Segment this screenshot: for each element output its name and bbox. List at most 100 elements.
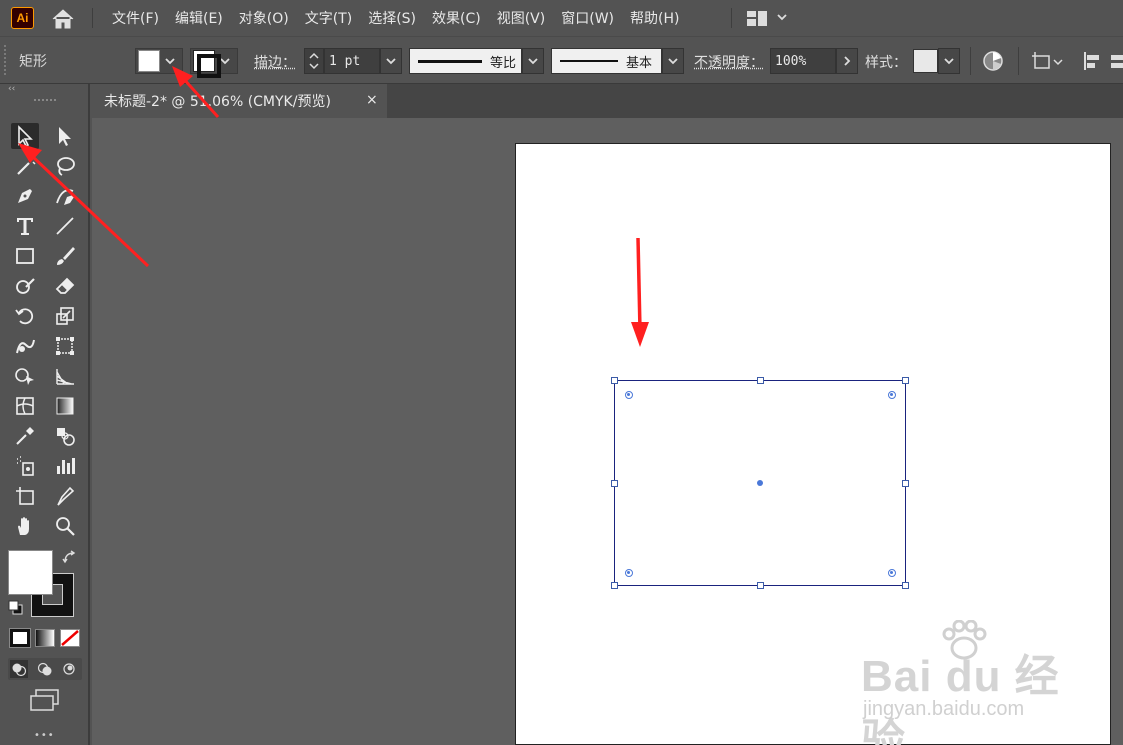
perspective-grid-tool[interactable] [51,363,79,389]
screen-mode-icon[interactable] [29,688,61,712]
corner-radius-widget[interactable] [625,391,633,399]
warp-tool[interactable] [11,333,39,359]
free-transform-tool[interactable] [51,333,79,359]
color-mode-button[interactable] [9,628,31,648]
chevron-down-icon[interactable] [776,11,788,23]
resize-handle-right[interactable] [902,480,909,487]
eyedropper-tool[interactable] [11,423,39,449]
lasso-icon [57,157,75,176]
opacity-label[interactable]: 不透明度： [694,52,764,72]
panel-grip[interactable] [4,45,8,75]
menu-window[interactable]: 窗口(W) [553,8,622,28]
selected-rectangle[interactable] [611,377,909,589]
canvas-area[interactable]: Bai du 经验 jingyan.baidu.com [92,118,1123,745]
menu-file[interactable]: 文件(F) [104,8,167,28]
column-graph-tool[interactable] [51,453,79,479]
rectangle-tool[interactable] [11,243,39,269]
draw-behind-icon[interactable] [36,660,54,678]
magic-wand-tool[interactable] [11,153,39,179]
brush-dropdown[interactable] [662,48,684,74]
selection-tool[interactable] [11,123,39,149]
blend-tool[interactable] [51,423,79,449]
profile-dropdown[interactable] [522,48,544,74]
pen-tool[interactable] [11,183,39,209]
stroke-label[interactable]: 描边： [254,52,296,72]
menu-type[interactable]: 文字(T) [297,8,360,28]
workspace-layout-icon[interactable] [746,10,768,27]
scale-tool[interactable] [51,303,79,329]
draw-normal-icon[interactable] [10,660,28,678]
menu-object[interactable]: 对象(O) [231,8,297,28]
corner-radius-widget[interactable] [625,569,633,577]
stroke-swatch[interactable] [193,50,221,78]
shape-builder-tool[interactable] [11,363,39,389]
fill-dropdown[interactable] [160,49,180,73]
menu-edit[interactable]: 编辑(E) [167,8,231,28]
menu-bar: Ai 文件(F) 编辑(E) 对象(O) 文字(T) 选择(S) 效果(C) 视… [0,0,1123,36]
stroke-weight-input[interactable]: 1 pt [324,48,380,74]
artboard-tool[interactable] [11,483,39,509]
gradient-tool[interactable] [51,393,79,419]
graphic-style-swatch[interactable] [913,49,938,73]
slice-tool[interactable] [51,483,79,509]
eraser-tool[interactable] [51,273,79,299]
artboard[interactable]: Bai du 经验 jingyan.baidu.com [515,143,1111,745]
resize-handle-top[interactable] [757,377,764,384]
stroke-color-control[interactable] [190,48,238,78]
mesh-tool[interactable] [11,393,39,419]
draw-inside-icon[interactable] [60,660,78,678]
watermark-brand: Bai du 经验 [861,652,1060,745]
shape-builder-icon [15,368,34,385]
transform-icon[interactable] [1030,50,1064,72]
fill-swatch[interactable] [138,50,160,72]
menu-effect[interactable]: 效果(C) [424,8,489,28]
shaper-tool[interactable] [11,273,39,299]
resize-handle-bottom-left[interactable] [611,582,618,589]
resize-handle-left[interactable] [611,480,618,487]
gradient-mode-button[interactable] [35,629,55,647]
stroke-weight-stepper[interactable] [304,48,324,74]
variable-width-profile[interactable]: 等比 [409,48,522,74]
line-segment-tool[interactable] [51,213,79,239]
more-tools-icon[interactable]: ••• [34,730,55,741]
menu-separator [92,8,93,28]
app-logo: Ai [11,7,34,29]
swap-colors-icon[interactable] [62,550,78,566]
close-tab-icon[interactable]: × [366,92,378,108]
eraser-icon [55,277,75,294]
menu-select[interactable]: 选择(S) [360,8,424,28]
home-icon[interactable] [50,8,76,30]
symbol-sprayer-tool[interactable] [11,453,39,479]
recolor-artwork-icon[interactable] [982,50,1004,72]
resize-handle-top-right[interactable] [902,377,909,384]
default-colors-icon[interactable] [8,600,24,616]
panel-grip[interactable] [34,99,56,104]
menu-view[interactable]: 视图(V) [489,8,554,28]
zoom-tool[interactable] [51,513,79,539]
curvature-tool[interactable] [51,183,79,209]
none-mode-icon[interactable] [60,629,80,647]
corner-radius-widget[interactable] [888,391,896,399]
stroke-weight-dropdown[interactable] [380,48,402,74]
lasso-tool[interactable] [51,153,79,179]
paintbrush-tool[interactable] [51,243,79,269]
rotate-tool[interactable] [11,303,39,329]
brush-definition[interactable]: 基本 [551,48,662,74]
opacity-input[interactable]: 100% [770,48,836,74]
fill-color-control[interactable] [135,48,183,74]
collapse-panel-icon[interactable]: ‹‹ [0,84,90,94]
style-dropdown[interactable] [938,48,960,74]
align-more-icon[interactable] [1110,50,1123,72]
direct-selection-tool[interactable] [51,123,79,149]
type-tool[interactable] [11,213,39,239]
resize-handle-bottom-right[interactable] [902,582,909,589]
document-tab[interactable]: 未标题-2* @ 51.06% (CMYK/预览) × [92,84,387,118]
fill-color-box[interactable] [8,550,53,595]
corner-radius-widget[interactable] [888,569,896,577]
align-left-icon[interactable] [1082,50,1104,72]
hand-tool[interactable] [11,513,39,539]
resize-handle-top-left[interactable] [611,377,618,384]
menu-help[interactable]: 帮助(H) [622,8,687,28]
opacity-flyout[interactable] [836,48,858,74]
resize-handle-bottom[interactable] [757,582,764,589]
